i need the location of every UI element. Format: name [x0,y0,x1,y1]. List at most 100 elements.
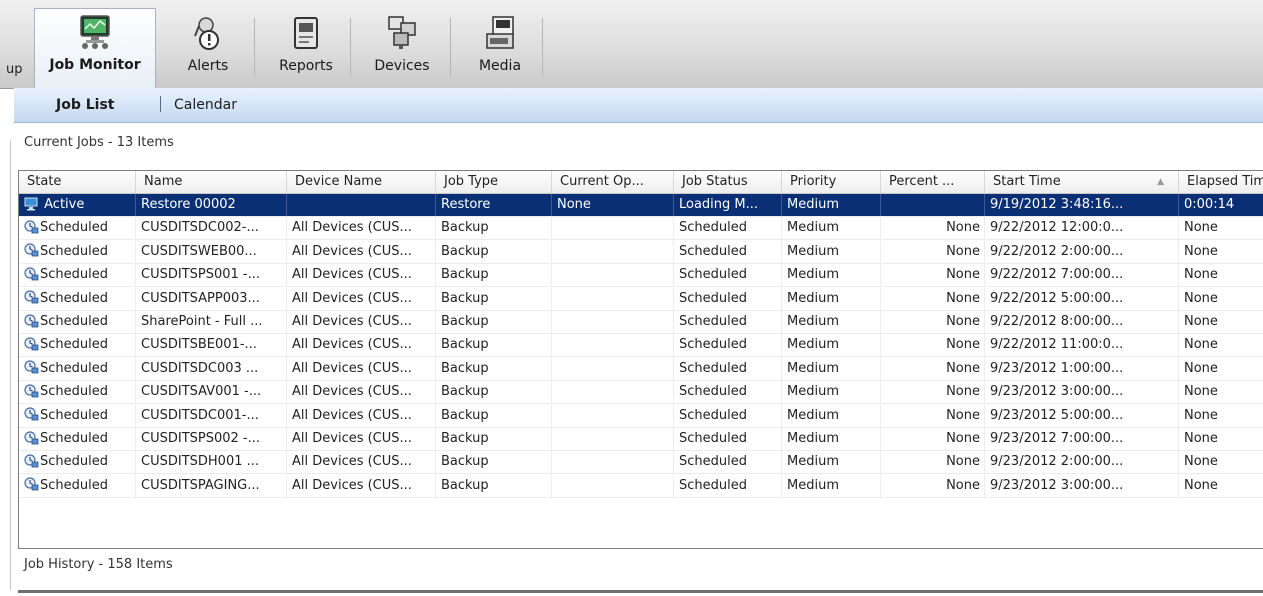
col-name-cell: CUSDITSPAGING... [136,474,287,497]
col-name-cell: CUSDITSDH001 ... [136,451,287,474]
main-toolbar: up Job Monitor Alerts Reports Devices Me… [0,0,1263,89]
col-device-name-cell: All Devices (CUS... [287,428,436,450]
table-row[interactable]: Scheduled CUSDITSPAGING... All Devices (CU… [19,474,1263,498]
col-name-cell: CUSDITSDC003 ... [136,357,287,380]
scheduled-job-icon [24,337,39,351]
current-jobs-title: Current Jobs - 13 Items [24,135,174,150]
col-elapsed-time-cell: 0:00:14 [1179,194,1263,216]
table-row[interactable]: Scheduled CUSDITSAPP003... All Devices (CU… [19,287,1263,311]
col-current-operation-cell [552,381,674,404]
col-job-status-header[interactable]: Job Status [674,171,782,193]
col-device-name-header[interactable]: Device Name [287,171,436,193]
col-elapsed-time-header[interactable]: Elapsed Time [1179,171,1263,193]
col-state-cell: Scheduled [19,240,136,263]
col-current-operation-cell [552,404,674,427]
state-label: Scheduled [40,314,108,329]
col-job-type-cell: Backup [436,451,552,474]
tab-job-monitor-label: Job Monitor [49,57,141,73]
col-start-time-cell: 9/22/2012 11:00:0... [985,334,1179,357]
table-row[interactable]: Scheduled CUSDITSBE001-... All Devices (CU… [19,334,1263,358]
state-label: Scheduled [40,243,108,259]
col-job-type-cell: Backup [436,474,552,497]
col-name-cell: CUSDITSWEB00... [136,240,287,263]
tab-alerts[interactable]: Alerts [162,10,255,84]
col-name-header[interactable]: Name [136,171,287,193]
col-device-name-cell: All Devices (CUS... [287,404,436,427]
col-job-type-cell: Backup [436,287,552,310]
col-current-operation-cell [552,451,674,474]
col-start-time-cell: 9/23/2012 7:00:00... [985,428,1179,450]
table-row[interactable]: Scheduled CUSDITSDC001-... All Devices (CU… [19,404,1263,428]
col-current-operation-header[interactable]: Current Op... [552,171,674,193]
table-row[interactable]: Scheduled CUSDITSDC002-... All Devices (CU… [19,217,1263,241]
subtab-job-list[interactable]: Job List [56,97,114,113]
scheduled-job-icon [24,430,39,445]
col-priority-cell: Medium [782,264,881,287]
scheduled-job-icon [24,360,39,374]
col-device-name-cell [287,194,436,216]
col-percent-cell: None [881,451,985,474]
col-elapsed-time-cell: None [1179,217,1263,239]
col-job-status-cell: Scheduled [674,428,782,450]
subnav-divider [160,96,161,112]
col-name-cell: CUSDITSDC002-... [136,217,287,240]
pane-border [10,140,11,590]
col-start-time-cell: 9/23/2012 1:00:00... [985,357,1179,380]
col-name-cell: CUSDITSDC001-... [136,404,287,427]
state-label: Scheduled [40,290,108,306]
tab-job-monitor[interactable]: Job Monitor [34,8,156,89]
scheduled-job-icon [24,407,39,421]
table-row[interactable]: Scheduled SharePoint - Full ... All Device… [19,311,1263,334]
job-monitor-icon [76,13,114,51]
col-elapsed-time-cell: None [1179,241,1263,263]
tab-devices-label: Devices [374,58,430,74]
col-start-time-cell: 9/23/2012 3:00:00... [985,474,1179,497]
table-row[interactable]: Scheduled CUSDITSAV001 -... All Devices (C… [19,381,1263,405]
tab-reports[interactable]: Reports [262,10,351,84]
alerts-icon [189,14,227,52]
tab-devices[interactable]: Devices [354,10,451,84]
col-priority-cell: Medium [782,194,881,216]
state-label: Scheduled [40,477,108,493]
col-start-time-cell: 9/23/2012 3:00:00... [985,381,1179,404]
table-row[interactable]: Scheduled CUSDITSWEB00... All Devices (CUS… [19,240,1263,264]
table-row[interactable]: Scheduled CUSDITSPS002 -... All Devices (C… [19,428,1263,451]
col-start-time-cell: 9/22/2012 5:00:00... [985,287,1179,310]
tab-alerts-label: Alerts [187,58,229,74]
col-job-type-cell: Backup [436,428,552,450]
state-label: Active [40,197,85,212]
col-job-type-header[interactable]: Job Type [436,171,552,193]
col-device-name-cell: All Devices (CUS... [287,474,436,497]
col-name-cell: CUSDITSAPP003... [136,287,287,310]
scheduled-job-icon [24,243,39,257]
col-start-time-header[interactable]: Start Time ▲ [985,171,1179,193]
col-percent-header[interactable]: Percent ... [881,171,985,193]
col-state-cell: Scheduled [19,334,136,357]
col-priority-cell: Medium [782,334,881,357]
subtab-calendar[interactable]: Calendar [174,97,237,113]
col-job-type-cell: Backup [436,311,552,333]
col-job-status-cell: Scheduled [674,474,782,497]
col-device-name-cell: All Devices (CUS... [287,451,436,474]
current-jobs-grid: State Name Device Name Job Type Current Op..… [18,170,1263,549]
table-row[interactable]: Scheduled CUSDITSDC003 ... All Devices (CU… [19,357,1263,381]
tab-reports-label: Reports [279,58,333,74]
col-name-cell: Restore 00002 [136,194,287,216]
col-start-time-cell: 9/22/2012 8:00:00... [985,311,1179,333]
col-current-operation-cell [552,428,674,450]
col-device-name-cell: All Devices (CUS... [287,287,436,310]
col-percent-cell: None [881,381,985,404]
col-current-operation-cell [552,357,674,380]
table-row[interactable]: Active Restore 00002 Restore None Loading M.… [19,194,1263,217]
col-current-operation-cell [552,287,674,310]
toolbar-cut-label[interactable]: up [6,62,23,77]
col-start-time-cell: 9/22/2012 12:00:0... [985,217,1179,240]
tab-media[interactable]: Media [458,10,543,84]
table-row[interactable]: Scheduled CUSDITSDH001 ... All Devices (CU… [19,451,1263,475]
col-state-header[interactable]: State [19,171,136,193]
col-elapsed-time-cell: None [1179,311,1263,333]
col-priority-header[interactable]: Priority [782,171,881,193]
table-row[interactable]: Scheduled CUSDITSPS001 -... All Devices (C… [19,264,1263,288]
state-label: Scheduled [40,337,108,353]
col-state-cell: Scheduled [19,381,136,404]
